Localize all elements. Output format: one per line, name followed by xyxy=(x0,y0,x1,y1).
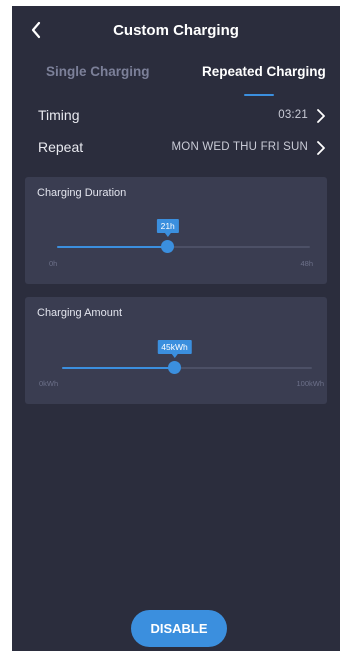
duration-max-label: 48h xyxy=(300,259,313,268)
repeat-label: Repeat xyxy=(38,139,84,155)
amount-min-label: 0kWh xyxy=(39,379,59,388)
charging-mode-tabs: Single Charging Repeated Charging xyxy=(12,64,340,104)
duration-value-bubble: 21h xyxy=(156,219,179,237)
amount-slider-fill xyxy=(62,367,175,369)
duration-slider-fill xyxy=(57,246,168,248)
timing-label: Timing xyxy=(38,107,80,123)
duration-min-label: 0h xyxy=(49,259,58,268)
charging-amount-card: Charging Amount 45kWh 0kWh 100kWh xyxy=(25,297,327,404)
repeat-days-value: MON WED THU FRI SUN xyxy=(171,141,308,153)
timing-row[interactable]: Timing 03:21 xyxy=(38,107,330,129)
duration-slider-thumb[interactable] xyxy=(161,240,175,253)
duration-slider[interactable]: 21h xyxy=(57,219,310,253)
custom-charging-screen: Custom Charging Single Charging Repeated… xyxy=(12,6,340,651)
chevron-right-icon xyxy=(317,141,325,155)
active-tab-indicator xyxy=(244,94,274,96)
header: Custom Charging xyxy=(12,6,340,56)
amount-value-bubble: 45kWh xyxy=(157,340,192,358)
tab-repeated-charging[interactable]: Repeated Charging xyxy=(202,64,326,79)
charging-amount-title: Charging Amount xyxy=(37,307,122,319)
amount-slider[interactable]: 45kWh xyxy=(62,340,312,374)
page-title: Custom Charging xyxy=(113,22,239,39)
charging-duration-title: Charging Duration xyxy=(37,187,127,199)
repeat-row[interactable]: Repeat MON WED THU FRI SUN xyxy=(38,139,330,161)
tab-single-charging[interactable]: Single Charging xyxy=(46,64,150,79)
timing-value: 03:21 xyxy=(278,109,308,121)
charging-duration-card: Charging Duration 21h 0h 48h xyxy=(25,177,327,284)
amount-max-label: 100kWh xyxy=(296,379,324,388)
chevron-right-icon xyxy=(317,109,325,123)
amount-slider-thumb[interactable] xyxy=(168,361,181,374)
disable-button[interactable]: DISABLE xyxy=(131,610,227,647)
